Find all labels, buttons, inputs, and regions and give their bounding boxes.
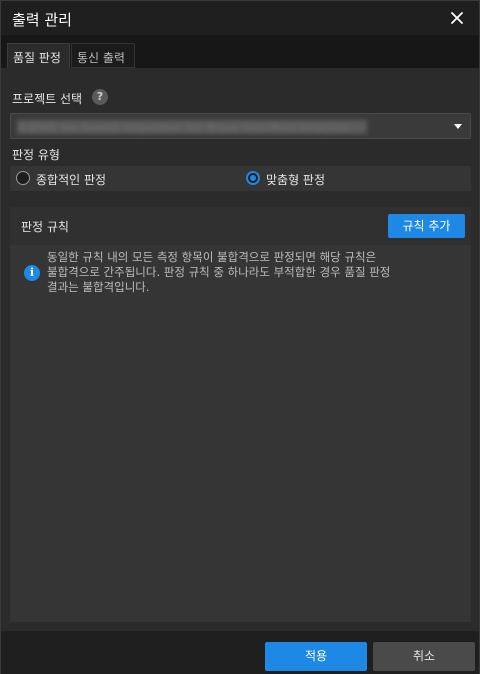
radio-label: 종합적인 판정 [36, 173, 107, 187]
dialog-footer: 적용 취소 [1, 631, 479, 674]
judgement-rules-panel: 판정 규칙 규칙 추가 i 동일한 규칙 내의 모든 측정 항목이 불합격으로 … [10, 207, 471, 622]
tab-bar: 품질 판정 통신 출력 [1, 35, 479, 68]
add-rule-button[interactable]: 규칙 추가 [388, 214, 465, 238]
tab-label: 통신 출력 [77, 51, 125, 65]
info-icon: i [24, 265, 40, 281]
project-dropdown-value: 프로젝트 Vis_Defect_Inspection_for_Brake_Dis… [17, 120, 367, 134]
radio-circle-unchecked [16, 171, 30, 185]
tab-label: 품질 판정 [13, 51, 61, 65]
dialog-title: 출력 관리 [12, 11, 72, 29]
help-icon[interactable]: ? [92, 89, 108, 105]
project-select-label: 프로젝트 선택 [12, 92, 83, 106]
tab-quality-judgement[interactable]: 품질 판정 [7, 43, 70, 68]
close-icon[interactable] [447, 8, 467, 28]
apply-button[interactable]: 적용 [265, 642, 367, 671]
judgement-type-radio-group: 종합적인 판정 맞춤형 판정 [10, 166, 471, 191]
judgement-type-label: 판정 유형 [12, 148, 60, 162]
chevron-down-icon [454, 124, 462, 129]
rules-header: 판정 규칙 규칙 추가 [10, 207, 471, 245]
rules-info-text: 동일한 규칙 내의 모든 측정 항목이 불합격으로 판정되면 해당 규칙은 불합… [47, 250, 391, 294]
tab-communication-output[interactable]: 통신 출력 [71, 43, 135, 68]
radio-label: 맞춤형 판정 [266, 173, 326, 187]
project-dropdown[interactable]: 프로젝트 Vis_Defect_Inspection_for_Brake_Dis… [10, 113, 471, 139]
output-management-dialog: 출력 관리 품질 판정 통신 출력 프로젝트 선택 ? 프로젝트 Vis_Def… [0, 0, 480, 674]
radio-circle-checked [246, 171, 260, 185]
title-bar: 출력 관리 [1, 1, 479, 35]
rules-title: 판정 규칙 [21, 220, 69, 234]
cancel-button[interactable]: 취소 [373, 642, 475, 671]
